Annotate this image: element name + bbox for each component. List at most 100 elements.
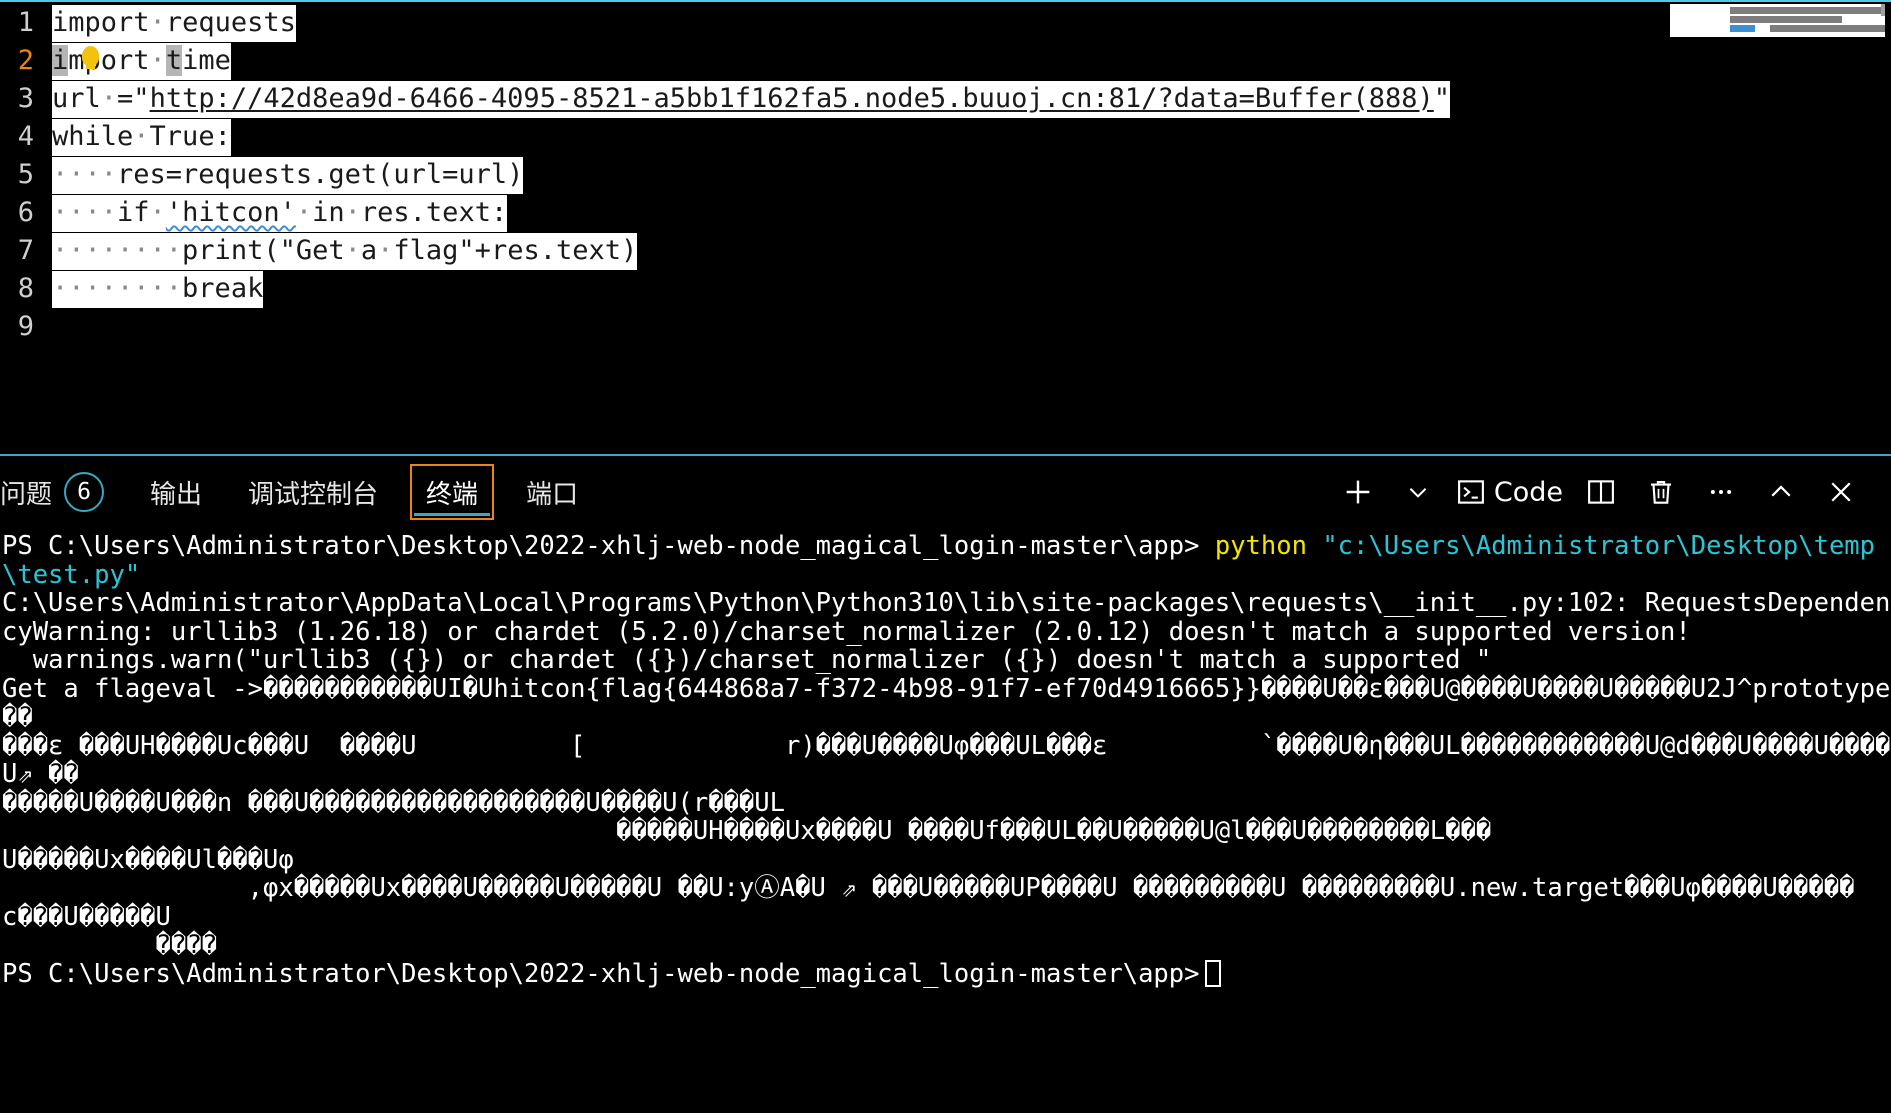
tab-label: 问题: [0, 479, 53, 510]
whitespace-dot: ·: [149, 197, 166, 228]
more-actions-button[interactable]: [1691, 468, 1751, 516]
plus-icon: [1346, 480, 1370, 504]
code-line[interactable]: 9: [0, 308, 1891, 346]
terminal-prompt-line: PS C:\Users\Administrator\Desktop\2022-x…: [0, 959, 1891, 989]
code-text[interactable]: import·requests: [52, 4, 296, 42]
code-text[interactable]: ········print("Get·a·flag"+res.text): [52, 232, 638, 270]
terminal-output-line: warnings.warn("urllib3 ({}) or chardet (…: [0, 646, 1891, 675]
bottom-panel[interactable]: 问题 6 输出 调试控制台 终端 端口 Code PS C:\Users\Adm…: [0, 454, 1891, 1113]
chevron-up-icon: [1771, 485, 1791, 497]
tab-label: 调试控制台: [248, 479, 379, 510]
panel-header: 问题 6 输出 调试控制台 终端 端口 Code: [0, 456, 1891, 528]
line-number: 4: [17, 121, 34, 152]
terminal-cursor: [1205, 959, 1222, 987]
whitespace-dot: ········: [52, 235, 183, 266]
whitespace-dot: ·: [344, 235, 361, 266]
code-segment: ········break: [52, 271, 264, 308]
panel-tab-list[interactable]: 问题 6 输出 调试控制台 终端 端口: [0, 456, 592, 528]
whitespace-dot: ·: [377, 235, 394, 266]
tab-terminal[interactable]: 终端: [410, 464, 495, 520]
whitespace-dot: ·: [149, 45, 166, 76]
line-number: 6: [17, 197, 34, 228]
tab-ports[interactable]: 端口: [512, 464, 592, 520]
terminal-text: �����U����U���n ���U������������������U�…: [2, 787, 785, 818]
code-line[interactable]: 2 import·time: [0, 42, 1891, 80]
new-terminal-button[interactable]: [1328, 468, 1388, 516]
terminal-output-line: �����U����U���n ���U������������������U�…: [0, 787, 1891, 818]
lightbulb-icon[interactable]: [82, 46, 99, 69]
minimap-line: [1730, 7, 1885, 14]
code-line[interactable]: 7 ········print("Get·a·flag"+res.text): [0, 232, 1891, 270]
line-number: 7: [17, 235, 34, 266]
terminal-icon: [1457, 480, 1484, 504]
code-line[interactable]: 8 ········break: [0, 270, 1891, 308]
whitespace-dot: ·: [295, 197, 313, 228]
chevron-down-icon: [1409, 488, 1427, 498]
terminal-output-line: U�����Ux����Ul���Uφ: [0, 844, 1891, 875]
code-segment: import·time: [52, 43, 231, 80]
tab-label: 终端: [426, 479, 479, 510]
code-editor[interactable]: 1 import·requests 2 import·time 3 url·="http:…: [0, 0, 1891, 454]
code-lines-container[interactable]: 1 import·requests 2 import·time 3 url·="http:…: [0, 2, 1891, 346]
tab-problems[interactable]: 问题 6: [0, 464, 118, 520]
terminal-text: c���U�����U: [2, 901, 171, 932]
code-text[interactable]: while·True:: [52, 118, 231, 156]
tab-label: 端口: [526, 479, 579, 510]
terminal-shell-label: Code: [1493, 476, 1563, 508]
code-segment: import·requests: [52, 5, 296, 42]
terminal-shell-indicator[interactable]: Code: [1448, 468, 1571, 516]
terminal-output[interactable]: PS C:\Users\Administrator\Desktop\2022-x…: [0, 528, 1891, 1112]
terminal-text: ,φx�����Ux����U�����U�����U ��U:yⒶA�U ⇗ …: [2, 873, 1855, 903]
code-text[interactable]: import·time: [52, 42, 231, 80]
minimap-overview[interactable]: [1650, 4, 1891, 44]
whitespace-dot: ·: [133, 121, 150, 152]
terminal-command-line: PS C:\Users\Administrator\Desktop\2022-x…: [0, 532, 1891, 589]
terminal-text: C:\Users\Administrator\AppData\Local\Pro…: [2, 588, 1891, 647]
whitespace-dot: ····: [52, 159, 118, 190]
whitespace-dot: ·: [100, 83, 118, 114]
text-cursor: t: [165, 45, 183, 76]
terminal-text: Get a flageval ->: [2, 673, 263, 704]
code-text[interactable]: ····if·'hitcon'·in·res.text:: [52, 194, 508, 232]
code-segment: url·="http://42d8ea9d-6466-4095-8521-a5b…: [52, 81, 1451, 118]
terminal-text: warnings.warn("urllib3 ({}) or chardet (…: [2, 645, 1492, 675]
terminal-output-line: ,φx�����Ux����U�����U�����U ��U:yⒶA�U ⇗ …: [0, 874, 1891, 903]
code-line[interactable]: 4 while·True:: [0, 118, 1891, 156]
code-line[interactable]: 6 ····if·'hitcon'·in·res.text:: [0, 194, 1891, 232]
line-number: 8: [17, 273, 34, 304]
split-terminal-button[interactable]: [1571, 468, 1631, 516]
editor-scrollbar[interactable]: [1881, 4, 1885, 16]
terminal-text: UI: [431, 673, 463, 704]
terminal-output-line: �����UH����Ux����U ����Uf���UL��U�����U@…: [0, 817, 1891, 846]
code-line[interactable]: 1 import·requests: [0, 4, 1891, 42]
terminal-output-line: ���ε ���UH����Uc���U ����U [ r)���U����U…: [0, 731, 1891, 789]
url-link[interactable]: http://42d8ea9d-6466-4095-8521-a5bb1f162…: [150, 83, 1434, 114]
whitespace-dot: ········: [52, 273, 183, 304]
code-line[interactable]: 5 ····res=requests.get(url=url): [0, 156, 1891, 194]
line-number: 5: [17, 159, 34, 190]
terminal-text: �����������: [263, 673, 432, 704]
maximize-panel-button[interactable]: [1751, 468, 1811, 516]
status-badge: 6: [64, 472, 105, 512]
terminal-text: �����UH����Ux����U ����Uf���UL��U�����U@…: [2, 816, 1492, 846]
spellcheck-squiggle: 'hitcon': [165, 197, 296, 228]
code-text[interactable]: url·="http://42d8ea9d-6466-4095-8521-a5b…: [52, 80, 1451, 118]
close-panel-button[interactable]: [1811, 468, 1871, 516]
text-cursor: i: [52, 45, 69, 76]
code-line[interactable]: 3 url·="http://42d8ea9d-6466-4095-8521-a5…: [0, 80, 1891, 118]
code-text[interactable]: ········break: [52, 270, 264, 308]
code-text[interactable]: ····res=requests.get(url=url): [52, 156, 524, 194]
terminal-text: Uhitcon{flag{644868a7-f372-4b98-91f7-ef7…: [477, 673, 1261, 704]
tab-debug-console[interactable]: 调试控制台: [234, 464, 392, 520]
terminal-text: U�����Ux����Ul���Uφ: [2, 844, 294, 875]
kill-terminal-button[interactable]: [1631, 468, 1691, 516]
minimap-line: [1770, 25, 1885, 32]
terminal-profile-dropdown[interactable]: [1388, 468, 1448, 516]
line-number: 1: [17, 7, 34, 38]
whitespace-dot: ·: [149, 7, 166, 38]
split-panel-icon: [1588, 480, 1614, 504]
tab-output[interactable]: 输出: [136, 464, 216, 520]
minimap-line: [1730, 16, 1842, 23]
panel-action-bar[interactable]: Code: [1328, 468, 1871, 516]
terminal-text: �: [462, 673, 478, 704]
